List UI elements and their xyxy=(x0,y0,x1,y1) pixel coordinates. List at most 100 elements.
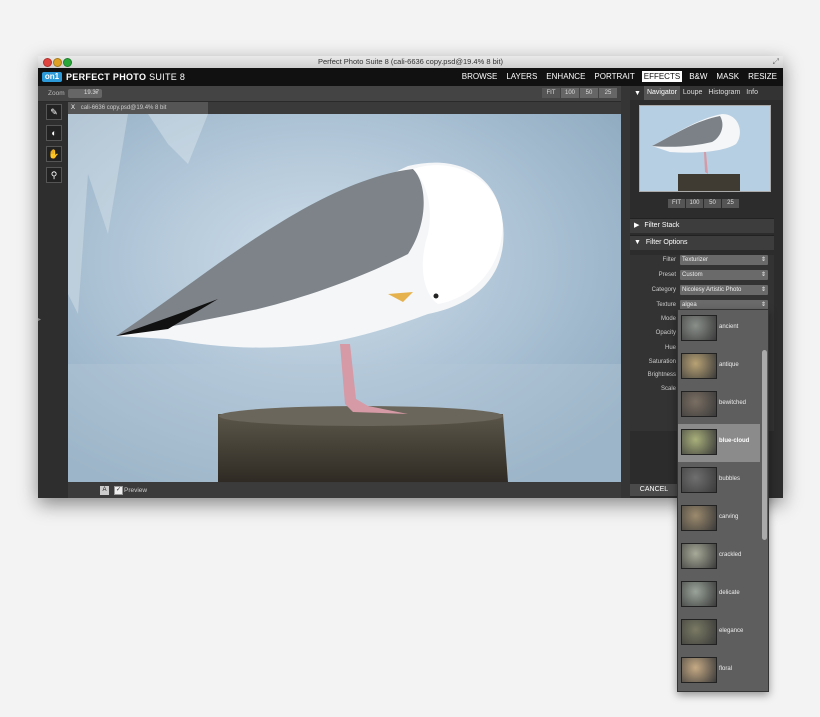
texture-option-ancient[interactable]: ancient xyxy=(678,310,760,348)
navigator-zoom-fit-button[interactable]: FIT xyxy=(668,199,685,208)
module-tab-b-w[interactable]: B&W xyxy=(687,71,709,82)
module-tab-browse[interactable]: BROWSE xyxy=(460,71,500,82)
module-tab-layers[interactable]: LAYERS xyxy=(504,71,539,82)
texture-option-bubbles[interactable]: bubbles xyxy=(678,462,760,500)
module-tab-portrait[interactable]: PORTRAIT xyxy=(592,71,636,82)
preview-checkbox[interactable]: ✓ xyxy=(114,486,123,495)
module-tab-mask[interactable]: MASK xyxy=(714,71,741,82)
texture-swatch xyxy=(681,391,717,417)
preview-label: Preview xyxy=(124,487,148,494)
collapse-navigator-icon[interactable]: ▼ xyxy=(634,90,641,97)
zoom-label: Zoom xyxy=(48,90,65,97)
collapse-filter-options-icon[interactable]: ▼ xyxy=(634,239,641,246)
select-arrows-icon: ⇕ xyxy=(760,257,766,263)
filter-label: Filter xyxy=(662,257,676,263)
filter-options-header[interactable]: ▼ Filter Options xyxy=(630,235,774,250)
tab-navigator[interactable]: Navigator xyxy=(643,86,680,100)
tool-palette: ✎ ◐ ✋ ⚲ xyxy=(46,104,62,188)
scale-label: Scale xyxy=(660,386,676,392)
fullscreen-icon[interactable]: ⤢ xyxy=(773,57,779,67)
tab-info[interactable]: Info xyxy=(743,86,761,100)
navigator-preview-image xyxy=(640,106,770,191)
texture-option-crackled[interactable]: crackled xyxy=(678,538,760,576)
zoom-100-button[interactable]: 100 xyxy=(561,88,579,98)
view-mode-button[interactable]: A xyxy=(100,486,109,495)
texture-option-label: ancient xyxy=(719,324,739,330)
texture-swatch xyxy=(681,543,717,569)
collapse-left-icon[interactable]: ▸ xyxy=(38,316,42,326)
zoom-buttons: FIT 100 50 25 xyxy=(542,88,617,98)
texture-option-carving[interactable]: carving xyxy=(678,500,760,538)
filter-select[interactable]: Texturizer ⇕ xyxy=(680,255,768,265)
opacity-label: Opacity xyxy=(655,330,676,336)
texture-swatch xyxy=(681,657,717,683)
texture-option-label: bewitched xyxy=(719,400,747,406)
category-row: Category Nicolesy Artistic Photo ⇕ xyxy=(630,285,774,296)
texture-swatch xyxy=(681,581,717,607)
hand-tool-icon[interactable]: ✋ xyxy=(46,146,62,162)
texture-option-label: carving xyxy=(719,514,739,520)
zoom-50-button[interactable]: 50 xyxy=(580,88,598,98)
zoom-fit-button[interactable]: FIT xyxy=(542,88,560,98)
tab-histogram[interactable]: Histogram xyxy=(705,86,743,100)
brush-tool-icon[interactable]: ✎ xyxy=(46,104,62,120)
texture-option-blue-cloud[interactable]: blue-cloud xyxy=(678,424,760,462)
zoom-tool-icon[interactable]: ⚲ xyxy=(46,167,62,183)
zoom-dropdown-icon[interactable]: ▾ xyxy=(95,89,98,96)
navigator-zoom-50-button[interactable]: 50 xyxy=(704,199,721,208)
navigator-zoom-100-button[interactable]: 100 xyxy=(686,199,703,208)
preset-select[interactable]: Custom ⇕ xyxy=(680,270,768,280)
texture-option-elegance[interactable]: elegance xyxy=(678,614,760,652)
hue-label: Hue xyxy=(664,345,676,351)
dropdown-scrollbar[interactable] xyxy=(762,350,767,540)
canvas-toolbar: Zoom 19.37 ▾ FIT 100 50 25 xyxy=(38,86,621,102)
masking-tool-icon[interactable]: ◐ xyxy=(46,125,62,141)
filter-row: Filter Texturizer ⇕ xyxy=(630,255,774,266)
module-tabs: BROWSE LAYERS ENHANCE PORTRAIT EFFECTS B&W MAS… xyxy=(460,71,779,82)
texture-swatch xyxy=(681,619,717,645)
filter-stack-header[interactable]: ▶ Filter Stack xyxy=(630,218,774,233)
zoom-25-button[interactable]: 25 xyxy=(599,88,617,98)
texture-option-antique[interactable]: antique xyxy=(678,348,760,386)
image-canvas[interactable] xyxy=(68,114,621,482)
close-document-icon[interactable]: X xyxy=(71,105,75,111)
module-tab-resize[interactable]: RESIZE xyxy=(746,71,779,82)
document-tab[interactable]: X cali-6636 copy.psd@19.4% 8 bit xyxy=(68,102,208,114)
texture-swatch xyxy=(681,353,717,379)
texture-option-label: antique xyxy=(719,362,739,368)
photo-seagull xyxy=(68,114,621,482)
texture-label: Texture xyxy=(656,302,676,308)
select-arrows-icon: ⇕ xyxy=(760,287,766,293)
panel-splitter[interactable] xyxy=(621,86,630,498)
module-bar: on1 PERFECT PHOTO SUITE 8 BROWSE LAYERS EN… xyxy=(38,68,783,86)
texture-option-floral[interactable]: floral xyxy=(678,652,760,690)
texture-option-label: elegance xyxy=(719,628,744,634)
texture-option-label: blue-cloud xyxy=(719,438,750,444)
texture-swatch xyxy=(681,429,717,455)
texture-option-bewitched[interactable]: bewitched xyxy=(678,386,760,424)
brightness-label: Brightness xyxy=(647,372,676,378)
navigator-zoom-25-button[interactable]: 25 xyxy=(722,199,739,208)
cancel-button[interactable]: CANCEL xyxy=(630,484,678,496)
module-tab-enhance[interactable]: ENHANCE xyxy=(544,71,587,82)
expand-filter-stack-icon[interactable]: ▶ xyxy=(634,222,639,229)
preset-row: Preset Custom ⇕ xyxy=(630,270,774,281)
app-window: Perfect Photo Suite 8 (cali-6636 copy.ps… xyxy=(38,56,783,498)
module-tab-effects[interactable]: EFFECTS xyxy=(641,71,683,82)
texture-option-label: crackled xyxy=(719,552,742,558)
saturation-label: Saturation xyxy=(648,359,676,365)
document-tab-label: cali-6636 copy.psd@19.4% 8 bit xyxy=(80,105,167,111)
window-title: Perfect Photo Suite 8 (cali-6636 copy.ps… xyxy=(317,57,504,66)
app-name: PERFECT PHOTO SUITE 8 xyxy=(66,72,186,82)
texture-dropdown-list[interactable]: ancient antique bewitched blue-cloud bubbles… xyxy=(677,309,769,692)
texture-option-delicate[interactable]: delicate xyxy=(678,576,760,614)
tab-loupe[interactable]: Loupe xyxy=(680,86,705,100)
texture-swatch xyxy=(681,467,717,493)
seagull-image xyxy=(68,114,621,482)
mode-label: Mode xyxy=(660,316,676,322)
category-select[interactable]: Nicolesy Artistic Photo ⇕ xyxy=(680,285,768,295)
navigator-tabs: ▼ Navigator Loupe Histogram Info xyxy=(630,86,783,100)
navigator-thumbnail[interactable] xyxy=(639,105,771,192)
texture-swatch xyxy=(681,315,717,341)
navigator-zoom-buttons: FIT 100 50 25 xyxy=(668,199,739,208)
